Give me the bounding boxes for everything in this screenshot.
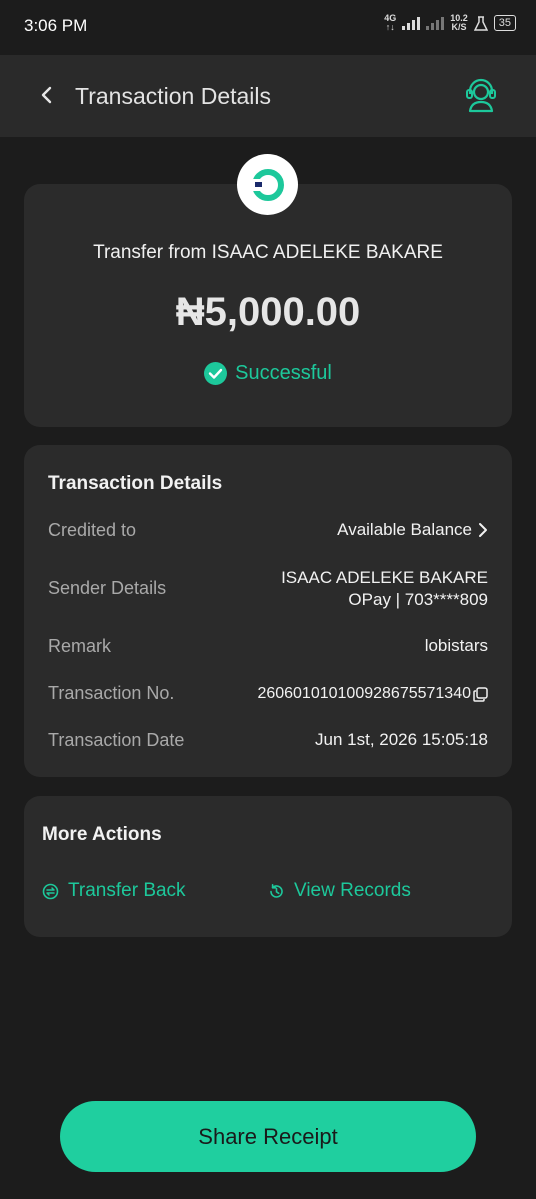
back-arrow-icon	[41, 86, 52, 104]
transaction-no-value: 260601010100928675571340	[257, 685, 471, 702]
credited-to-link[interactable]: Available Balance	[337, 520, 488, 540]
flask-icon	[473, 15, 488, 31]
status-text: Successful	[235, 362, 332, 384]
transfer-from-text: Transfer from ISAAC ADELEKE BAKARE	[93, 242, 443, 263]
transaction-date-value: Jun 1st, 2026 15:05:18	[315, 730, 488, 749]
signal-icon	[402, 16, 421, 30]
copy-icon[interactable]	[473, 686, 488, 702]
support-button[interactable]	[464, 77, 498, 113]
sender-details-value: ISAAC ADELEKE BAKARE OPay | 703****809	[281, 567, 488, 611]
transaction-amount: ₦5,000.00	[175, 290, 361, 334]
network-speed: 10.2 K/S	[450, 13, 468, 32]
transaction-details-card: Transaction Details Credited to Availabl…	[24, 445, 512, 777]
sender-details-label: Sender Details	[48, 578, 167, 598]
transfer-back-label: Transfer Back	[68, 880, 186, 901]
sender-name: ISAAC ADELEKE BAKARE	[281, 568, 488, 587]
support-headset-icon	[466, 78, 496, 113]
transfer-back-button[interactable]: Transfer Back	[42, 880, 186, 902]
app-header: Transaction Details	[0, 55, 536, 137]
transaction-summary-card: Transfer from ISAAC ADELEKE BAKARE ₦5,00…	[24, 184, 512, 427]
chevron-right-icon	[479, 523, 487, 537]
transaction-no-label: Transaction No.	[48, 683, 175, 703]
status-bar: 3:06 PM 4G ↑↓ 10.2 K/S 35	[0, 0, 536, 55]
remark-label: Remark	[48, 636, 112, 656]
page-title: Transaction Details	[75, 83, 272, 109]
battery-indicator: 35	[493, 15, 516, 31]
credited-to-label: Credited to	[48, 520, 137, 540]
sender-account: OPay | 703****809	[348, 590, 488, 609]
check-circle-icon	[204, 362, 228, 385]
credited-to-value: Available Balance	[337, 520, 472, 539]
remark-value: lobistars	[424, 636, 488, 655]
transaction-date-label: Transaction Date	[48, 730, 185, 750]
transaction-no-row: 260601010100928675571340	[257, 683, 488, 703]
view-records-button[interactable]: View Records	[268, 880, 411, 902]
details-section-title: Transaction Details	[48, 473, 223, 494]
share-receipt-button[interactable]: Share Receipt	[60, 1101, 476, 1172]
transfer-back-icon	[42, 883, 59, 899]
network-type: 4G ↑↓	[384, 13, 397, 32]
back-button[interactable]	[34, 80, 58, 110]
status-badge: Successful	[24, 362, 512, 385]
view-records-label: View Records	[294, 880, 411, 901]
signal-secondary-icon	[426, 16, 445, 30]
more-actions-card: More Actions Transfer Back View Records	[24, 796, 512, 937]
more-actions-title: More Actions	[42, 824, 162, 845]
opay-logo	[237, 154, 298, 215]
status-time: 3:06 PM	[24, 16, 88, 35]
history-icon	[270, 883, 283, 898]
status-icons: 4G ↑↓ 10.2 K/S 35	[384, 14, 516, 32]
